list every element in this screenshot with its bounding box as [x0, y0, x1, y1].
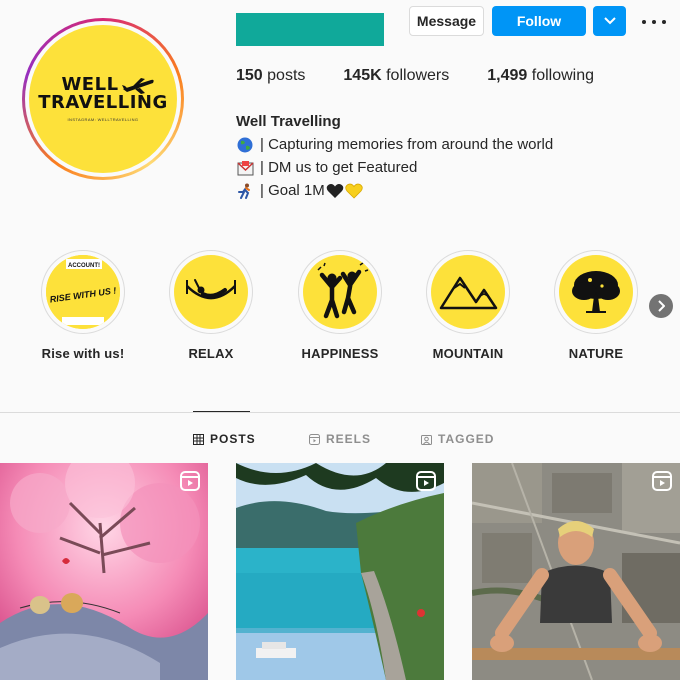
- bio-line: | DM us to get Featured: [236, 156, 553, 179]
- highlight-image: [559, 255, 633, 329]
- tab-posts[interactable]: POSTS: [193, 432, 256, 446]
- following-count-value: 1,499: [487, 67, 528, 84]
- highlight-image: [431, 255, 505, 329]
- highlight-mountain[interactable]: MOUNTAIN: [413, 250, 523, 361]
- mountain-icon: [439, 276, 498, 310]
- following-count[interactable]: 1,499 following: [487, 67, 594, 85]
- reel-icon: [652, 471, 672, 491]
- posts-count-value: 150: [236, 67, 263, 84]
- highlight-cover: [426, 250, 510, 334]
- profile-avatar[interactable]: WELL TRAVELLING INSTAGRAM: WELLTRAVELLIN…: [22, 18, 184, 180]
- logo-subtitle: INSTAGRAM: WELLTRAVELLING: [67, 117, 139, 122]
- bio-name: Well Travelling: [236, 113, 341, 130]
- tab-label: TAGGED: [438, 432, 495, 446]
- reel-icon: [180, 471, 200, 491]
- message-button[interactable]: Message: [409, 6, 484, 36]
- bio-line: | Capturing memories from around the wor…: [236, 133, 553, 156]
- highlight-cover: [169, 250, 253, 334]
- highlight-rise-with-us[interactable]: ACCOUNT! RISE WITH US ! Rise with us!: [28, 250, 138, 361]
- globe-icon: [236, 136, 254, 154]
- post-thumbnail[interactable]: [472, 463, 680, 680]
- tab-tagged[interactable]: TAGGED: [421, 432, 494, 446]
- reels-icon: [309, 433, 320, 445]
- highlight-cover: [298, 250, 382, 334]
- yellow-heart-icon: [345, 183, 363, 199]
- dot: [642, 20, 646, 24]
- dot: [662, 20, 666, 24]
- tab-label: REELS: [326, 432, 372, 446]
- airplane-icon: [122, 78, 154, 94]
- followers-count[interactable]: 145K followers: [343, 67, 449, 85]
- runner-icon: [236, 182, 254, 200]
- post-thumbnail[interactable]: [236, 463, 444, 680]
- post-image: [0, 463, 208, 680]
- tab-reels[interactable]: REELS: [309, 432, 371, 446]
- chevron-down-icon: [603, 17, 616, 25]
- posts-count-label: posts: [267, 67, 306, 84]
- avatar-logo: WELL TRAVELLING INSTAGRAM: WELLTRAVELLIN…: [29, 25, 177, 173]
- reel-icon: [416, 471, 436, 491]
- highlight-nature[interactable]: NATURE: [541, 250, 651, 361]
- celebrating-people-icon: [317, 262, 369, 319]
- profile-bio: Well Travelling | Capturing memories fro…: [236, 110, 553, 202]
- highlight-image: [303, 255, 377, 329]
- highlight-cover: ACCOUNT! RISE WITH US !: [41, 250, 125, 334]
- tagged-icon: [421, 434, 432, 445]
- profile-stats: 150 posts 145K followers 1,499 following: [236, 67, 632, 85]
- highlight-image: ACCOUNT! RISE WITH US !: [46, 255, 120, 329]
- grid-icon: [193, 433, 204, 445]
- bio-line-text: | DM us to get Featured: [260, 159, 418, 176]
- bio-line-text: | Capturing memories from around the wor…: [260, 136, 554, 153]
- tree-icon: [572, 271, 620, 313]
- highlights-next-button[interactable]: [649, 294, 673, 318]
- suggested-dropdown-button[interactable]: [593, 6, 626, 36]
- highlight-label: RELAX: [188, 346, 234, 361]
- rise-with-us-cover: ACCOUNT! RISE WITH US !: [46, 255, 120, 329]
- more-options-icon[interactable]: [642, 12, 666, 32]
- rise-cover-top-text: ACCOUNT!: [68, 263, 100, 269]
- chevron-right-icon: [658, 300, 665, 312]
- post-image: [472, 463, 680, 680]
- bio-line: | Goal 1M: [236, 179, 553, 202]
- highlight-label: MOUNTAIN: [432, 346, 504, 361]
- active-tab-indicator: [193, 411, 250, 412]
- dot: [652, 20, 656, 24]
- tab-label: POSTS: [210, 432, 256, 446]
- highlight-cover: [554, 250, 638, 334]
- envelope-icon: [236, 159, 254, 177]
- highlight-image: [174, 255, 248, 329]
- post-image: [236, 463, 444, 680]
- highlight-label: Rise with us!: [41, 346, 125, 361]
- avatar-gap: WELL TRAVELLING INSTAGRAM: WELLTRAVELLIN…: [25, 21, 181, 177]
- highlight-label: HAPPINESS: [301, 346, 379, 361]
- hammock-icon: [186, 279, 236, 300]
- black-heart-icon: [326, 183, 344, 198]
- username-redaction: [236, 13, 384, 46]
- tabs-divider: [0, 412, 680, 413]
- follow-button[interactable]: Follow: [492, 6, 586, 36]
- highlight-happiness[interactable]: HAPPINESS: [285, 250, 395, 361]
- followers-count-value: 145K: [343, 67, 382, 84]
- logo-text-line2: TRAVELLING: [38, 92, 168, 113]
- bio-line-text: | Goal 1M: [260, 182, 325, 199]
- posts-count: 150 posts: [236, 67, 305, 85]
- post-thumbnail[interactable]: [0, 463, 208, 680]
- highlight-label: NATURE: [568, 346, 624, 361]
- highlight-relax[interactable]: RELAX: [156, 250, 266, 361]
- followers-count-label: followers: [386, 67, 450, 84]
- following-count-label: following: [531, 67, 595, 84]
